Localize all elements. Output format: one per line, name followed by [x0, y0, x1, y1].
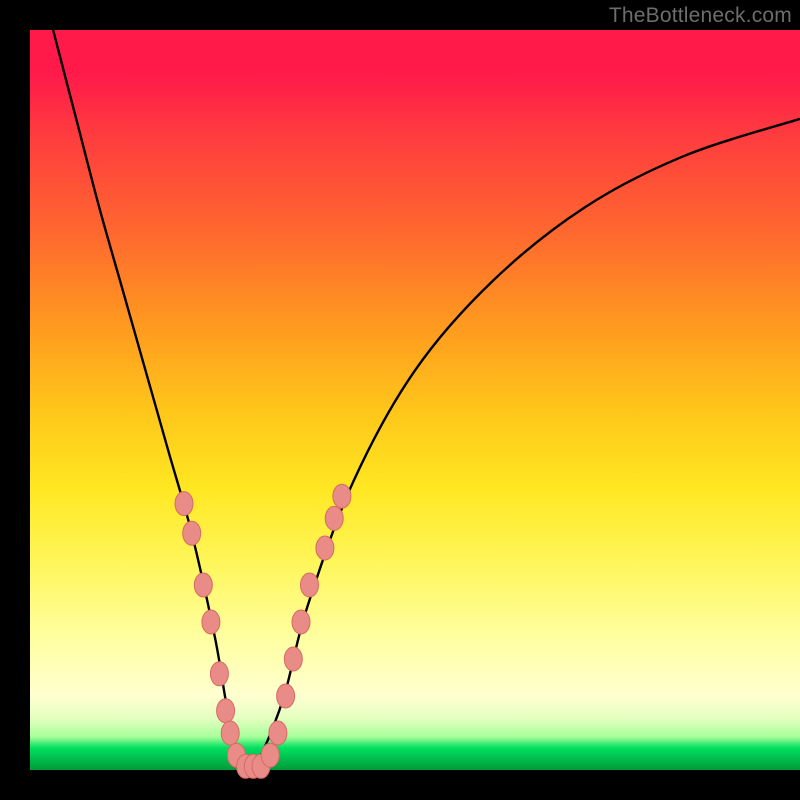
- marker-point: [175, 492, 193, 516]
- marker-point: [292, 610, 310, 634]
- curve-svg: [30, 30, 800, 770]
- marker-group: [175, 484, 351, 778]
- plot-area: [30, 30, 800, 770]
- marker-point: [316, 536, 334, 560]
- watermark-label: TheBottleneck.com: [609, 4, 792, 28]
- marker-point: [333, 484, 351, 508]
- marker-point: [261, 743, 279, 767]
- marker-point: [284, 647, 302, 671]
- marker-point: [202, 610, 220, 634]
- marker-point: [183, 521, 201, 545]
- marker-point: [277, 684, 295, 708]
- marker-point: [194, 573, 212, 597]
- marker-point: [217, 699, 235, 723]
- marker-point: [210, 662, 228, 686]
- bottleneck-curve: [53, 30, 800, 770]
- marker-point: [325, 506, 343, 530]
- marker-point: [301, 573, 319, 597]
- marker-point: [269, 721, 287, 745]
- chart-stage: TheBottleneck.com: [0, 0, 800, 800]
- marker-point: [221, 721, 239, 745]
